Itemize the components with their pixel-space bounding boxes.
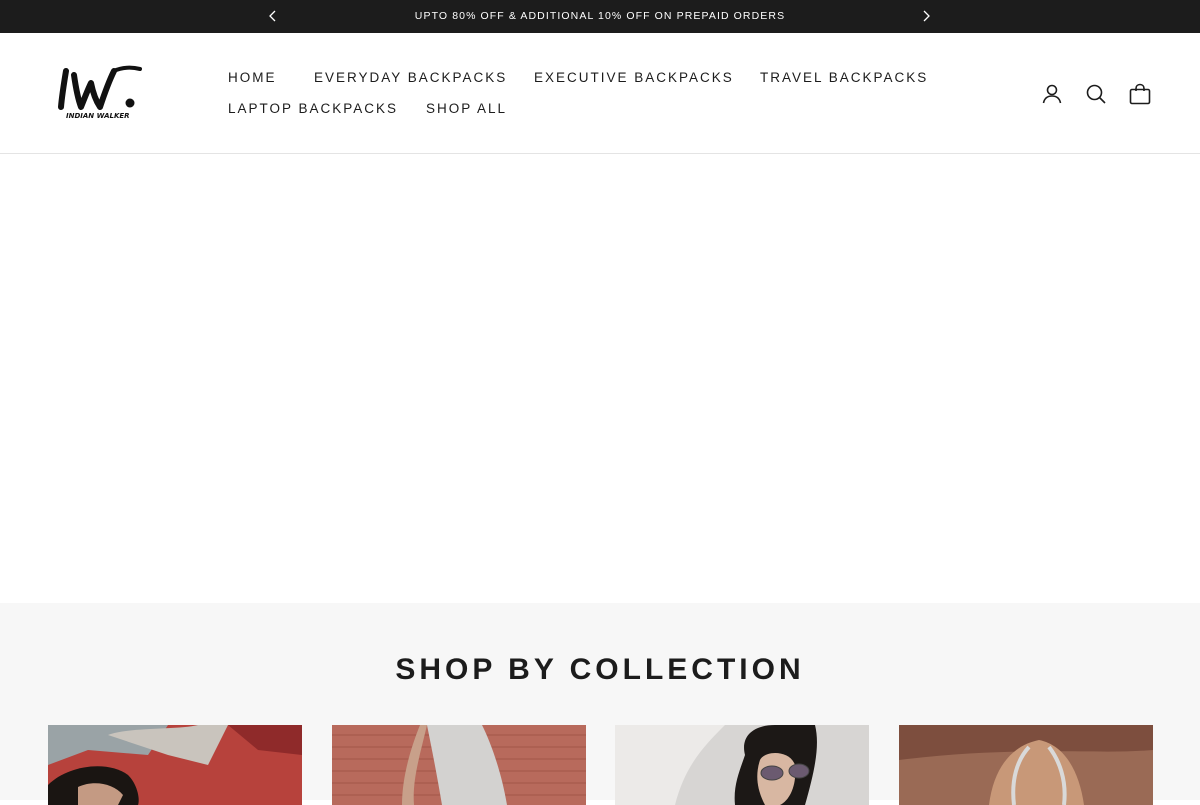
collection-card-4[interactable]: [899, 725, 1153, 805]
nav-everyday-backpacks[interactable]: EVERYDAY BACKPACKS: [314, 70, 507, 85]
hero-banner: [0, 154, 1200, 603]
collection-image-2: [332, 725, 586, 805]
nav-laptop-backpacks[interactable]: LAPTOP BACKPACKS: [228, 101, 398, 116]
logo[interactable]: INDIAN WALKER: [56, 63, 148, 121]
collection-image-3: [615, 725, 869, 805]
nav-executive-backpacks[interactable]: EXECUTIVE BACKPACKS: [534, 70, 734, 85]
nav-home[interactable]: HOME: [228, 70, 277, 85]
collection-card-1[interactable]: [48, 725, 302, 805]
chevron-right-icon[interactable]: [918, 8, 934, 24]
nav-shop-all[interactable]: SHOP ALL: [426, 101, 507, 116]
svg-text:INDIAN WALKER: INDIAN WALKER: [66, 112, 130, 120]
collection-image-1: [48, 725, 302, 805]
account-icon[interactable]: [1040, 82, 1064, 106]
collection-card-3[interactable]: [615, 725, 869, 805]
section-title: SHOP BY COLLECTION: [395, 653, 805, 686]
announcement-text: UPTO 80% OFF & ADDITIONAL 10% OFF ON PRE…: [414, 10, 786, 22]
cart-icon[interactable]: [1128, 82, 1152, 106]
logo-mark: INDIAN WALKER: [58, 65, 142, 120]
collection-image-4: [899, 725, 1153, 805]
site-header: INDIAN WALKER HOME EVERYDAY BACKPACKS EX…: [0, 33, 1200, 154]
nav-travel-backpacks[interactable]: TRAVEL BACKPACKS: [760, 70, 928, 85]
collection-card-2[interactable]: [332, 725, 586, 805]
announcement-bar: UPTO 80% OFF & ADDITIONAL 10% OFF ON PRE…: [0, 0, 1200, 33]
collections-section: SHOP BY COLLECTION: [0, 603, 1200, 805]
search-icon[interactable]: [1084, 82, 1108, 106]
